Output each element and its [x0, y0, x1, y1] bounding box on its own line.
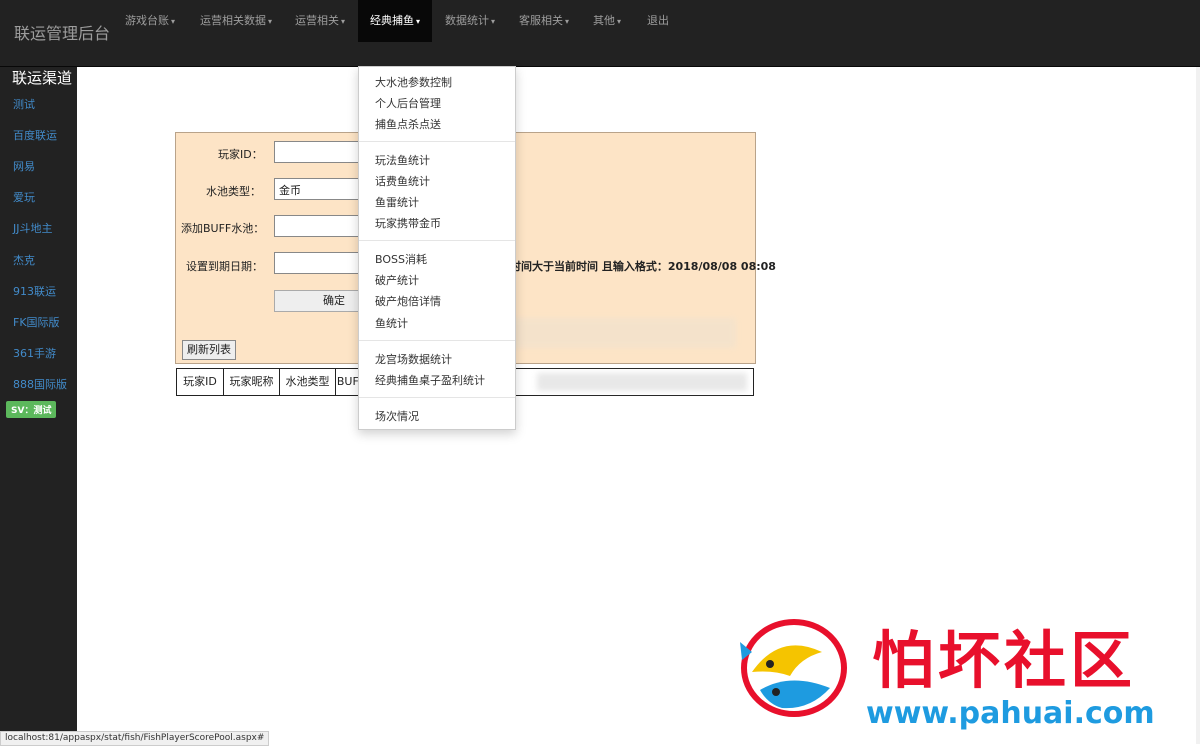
- pool-type-select[interactable]: 金币: [274, 178, 366, 200]
- caret-down-icon: ▾: [268, 17, 273, 26]
- caret-down-icon: ▾: [617, 17, 622, 26]
- sidebar-item-aiwan[interactable]: 爱玩: [13, 189, 35, 205]
- menu-item[interactable]: 破产统计: [375, 272, 419, 288]
- classic-fishing-dropdown: 大水池参数控制 个人后台管理 捕鱼点杀点送 玩法鱼统计 话费鱼统计 鱼雷统计 玩…: [358, 66, 516, 430]
- caret-down-icon: ▾: [171, 17, 176, 26]
- column-header: 玩家ID: [177, 369, 224, 395]
- watermark-url: www.pahuai.com: [866, 696, 1155, 731]
- column-header: 水池类型: [280, 369, 336, 395]
- caret-down-icon: ▾: [491, 17, 496, 26]
- sidebar-item-netease[interactable]: 网易: [13, 158, 35, 174]
- menu-divider: [359, 397, 515, 398]
- menu-item[interactable]: 玩家携带金币: [375, 215, 441, 231]
- menu-item[interactable]: 捕鱼点杀点送: [375, 116, 441, 132]
- watermark-title: 怕坏社区: [872, 624, 1137, 697]
- nav-ops-data[interactable]: 运营相关数据 ▾: [200, 0, 272, 42]
- caret-down-icon: ▾: [341, 17, 346, 26]
- sidebar-item-jj[interactable]: JJ斗地主: [13, 220, 53, 236]
- date-format-hint: 时间大于当前时间 且输入格式：2018/08/08 08:08: [510, 260, 776, 273]
- buff-pool-label: 添加BUFF水池：: [181, 222, 265, 235]
- nav-label: 运营相关: [295, 14, 339, 27]
- blurred-region: [537, 373, 747, 391]
- menu-item[interactable]: 鱼统计: [375, 315, 408, 331]
- scrollbar[interactable]: [1196, 67, 1200, 744]
- nav-ops-related[interactable]: 运营相关 ▾: [295, 0, 345, 42]
- menu-item[interactable]: 玩法鱼统计: [375, 152, 430, 168]
- sidebar-item-888[interactable]: 888国际版: [13, 376, 67, 392]
- expire-date-label: 设置到期日期：: [186, 260, 263, 273]
- menu-divider: [359, 240, 515, 241]
- app-title[interactable]: 联运管理后台: [14, 20, 110, 44]
- menu-item[interactable]: 大水池参数控制: [375, 74, 452, 90]
- sidebar-item-361[interactable]: 361手游: [13, 345, 56, 361]
- nav-other[interactable]: 其他 ▾: [593, 0, 621, 42]
- menu-item[interactable]: 破产炮倍详情: [375, 293, 441, 309]
- sidebar-item-baidu[interactable]: 百度联运: [13, 127, 57, 143]
- nav-label: 数据统计: [445, 14, 489, 27]
- player-id-label: 玩家ID：: [218, 148, 263, 161]
- sidebar-item-913[interactable]: 913联运: [13, 283, 56, 299]
- nav-label: 游戏台账: [125, 14, 169, 27]
- menu-divider: [359, 141, 515, 142]
- pool-type-label: 水池类型：: [206, 185, 261, 198]
- nav-classic-fishing[interactable]: 经典捕鱼 ▾: [358, 0, 433, 42]
- sidebar-item-test[interactable]: 测试: [13, 96, 35, 112]
- sidebar-item-jack[interactable]: 杰克: [13, 252, 35, 268]
- nav-label: 客服相关: [519, 14, 563, 27]
- menu-item[interactable]: 个人后台管理: [375, 95, 441, 111]
- buff-pool-input[interactable]: [274, 215, 366, 237]
- fish-logo-icon: [740, 619, 847, 717]
- menu-item[interactable]: 龙宫场数据统计: [375, 351, 452, 367]
- menu-item[interactable]: BOSS消耗: [375, 251, 427, 267]
- nav-data-stats[interactable]: 数据统计 ▾: [445, 0, 495, 42]
- nav-game-ledger[interactable]: 游戏台账 ▾: [125, 0, 175, 42]
- refresh-list-button[interactable]: 刷新列表: [182, 340, 236, 360]
- nav-label: 经典捕鱼: [370, 14, 414, 27]
- nav-customer-service[interactable]: 客服相关 ▾: [519, 0, 569, 42]
- nav-label: 运营相关数据: [200, 14, 266, 27]
- expire-date-input[interactable]: [274, 252, 366, 274]
- column-header: 玩家昵称: [224, 369, 280, 395]
- caret-down-icon: ▾: [416, 17, 421, 26]
- player-id-input[interactable]: [274, 141, 366, 163]
- sidebar: 联运渠道 测试 百度联运 网易 爱玩 JJ斗地主 杰克 913联运 FK国际版 …: [0, 67, 77, 744]
- menu-item[interactable]: 鱼雷统计: [375, 194, 419, 210]
- nav-label: 其他: [593, 14, 615, 27]
- menu-divider: [359, 340, 515, 341]
- top-navbar: 联运管理后台 游戏台账 ▾ 运营相关数据 ▾ 运营相关 ▾ 经典捕鱼 ▾ 数据统计 ▾ 客…: [0, 0, 1200, 67]
- sidebar-title: 联运渠道: [12, 69, 73, 87]
- caret-down-icon: ▾: [565, 17, 570, 26]
- menu-item[interactable]: 经典捕鱼桌子盈利统计: [375, 372, 485, 388]
- menu-item[interactable]: 话费鱼统计: [375, 173, 430, 189]
- menu-item[interactable]: 场次情况: [375, 408, 419, 424]
- server-badge: SV：测试: [6, 401, 57, 418]
- sidebar-item-fk[interactable]: FK国际版: [13, 314, 60, 330]
- pool-type-value: 金币: [279, 184, 301, 197]
- nav-logout[interactable]: 退出: [647, 0, 669, 42]
- nav-label: 退出: [647, 14, 669, 27]
